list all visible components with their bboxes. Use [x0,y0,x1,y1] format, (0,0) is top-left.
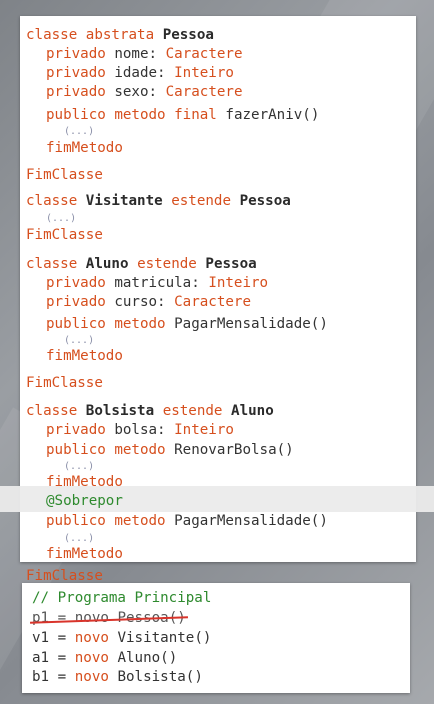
end-method: fimMetodo [46,348,123,364]
attribute-line: privado matricula: Inteiro [46,275,269,291]
instantiation-line: v1 = novo Visitante() [32,630,212,646]
instantiation-line: a1 = novo Aluno() [32,650,178,666]
main-program-comment: // Programa Principal [32,590,212,606]
end-class: FimClasse [26,227,103,243]
method-declaration: publico metodo RenovarBolsa() [46,442,294,458]
class-name: Pessoa [162,27,214,43]
end-method: fimMetodo [46,140,123,156]
class-declaration-pessoa: classe abstrata Pessoa [26,27,214,43]
instantiation-line-struck: p1 = novo Pessoa() [32,609,186,627]
end-class: FimClasse [26,167,103,183]
end-method: fimMetodo [46,546,123,562]
attribute-line: privado bolsa: Inteiro [46,422,234,438]
attribute-line: privado curso: Caractere [46,294,252,310]
method-declaration: publico metodo PagarMensalidade() [46,316,328,332]
strikethrough-statement: p1 = novo Pessoa() [32,610,186,626]
end-class: FimClasse [26,375,103,391]
method-declaration: publico metodo PagarMensalidade() [46,513,328,529]
attribute-line: privado sexo: Caractere [46,84,243,100]
attribute-line: privado idade: Inteiro [46,65,234,81]
override-annotation: @Sobrepor [46,493,123,509]
class-declaration-visitante: classe Visitante estende Pessoa [26,193,291,209]
end-method: fimMetodo [46,474,123,490]
class-declaration-aluno: classe Aluno estende Pessoa [26,256,257,272]
class-declaration-bolsista: classe Bolsista estende Aluno [26,403,274,419]
attribute-line: privado nome: Caractere [46,46,243,62]
instantiation-line: b1 = novo Bolsista() [32,669,203,685]
method-declaration: publico metodo final fazerAniv() [46,107,320,123]
end-class: FimClasse [26,568,103,584]
